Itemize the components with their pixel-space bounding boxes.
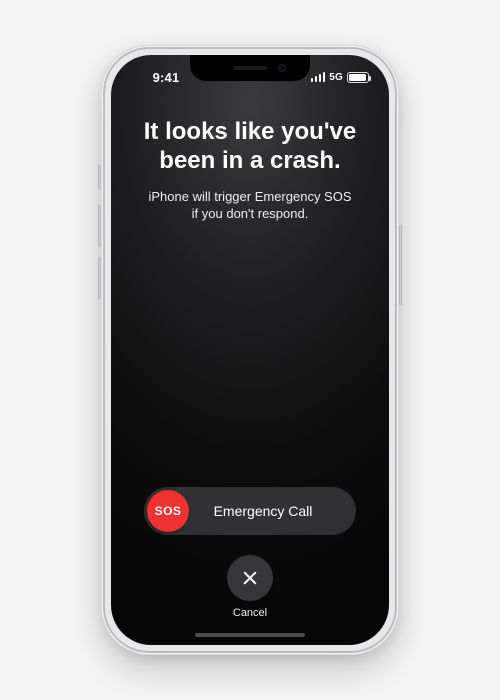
stage: 9:41 5G It looks like you've been in a c…: [0, 0, 500, 700]
home-indicator[interactable]: [195, 633, 305, 637]
power-button[interactable]: [399, 225, 402, 305]
screen: 9:41 5G It looks like you've been in a c…: [111, 55, 389, 645]
crash-subheading: iPhone will trigger Emergency SOS if you…: [111, 188, 389, 223]
battery-icon: [347, 72, 369, 83]
notch: [190, 55, 310, 81]
sos-knob[interactable]: SOS: [147, 490, 189, 532]
status-indicators: 5G: [299, 68, 369, 83]
close-icon: [241, 569, 259, 587]
crash-sub-line2: if you don't respond.: [192, 206, 309, 221]
volume-up-button[interactable]: [98, 205, 101, 247]
crash-heading-line2: been in a crash.: [159, 147, 340, 174]
phone-frame: 9:41 5G It looks like you've been in a c…: [101, 45, 399, 655]
cancel-group: Cancel: [111, 555, 389, 619]
sos-knob-label: SOS: [155, 504, 182, 518]
silent-switch[interactable]: [98, 165, 101, 189]
sos-slider-wrap: Emergency Call SOS: [111, 487, 389, 535]
cellular-signal-icon: [311, 72, 326, 82]
spacer: [111, 223, 389, 487]
crash-heading: It looks like you've been in a crash.: [111, 117, 389, 176]
speaker-grille: [233, 66, 267, 70]
crash-sub-line1: iPhone will trigger Emergency SOS: [148, 189, 351, 204]
emergency-call-slider[interactable]: Emergency Call SOS: [144, 487, 356, 535]
crash-heading-line1: It looks like you've: [144, 118, 356, 145]
volume-down-button[interactable]: [98, 257, 101, 299]
cancel-label: Cancel: [233, 607, 267, 619]
network-label: 5G: [329, 72, 343, 83]
front-camera: [278, 64, 286, 72]
cancel-button[interactable]: [227, 555, 273, 601]
crash-alert-content: It looks like you've been in a crash. iP…: [111, 55, 389, 645]
